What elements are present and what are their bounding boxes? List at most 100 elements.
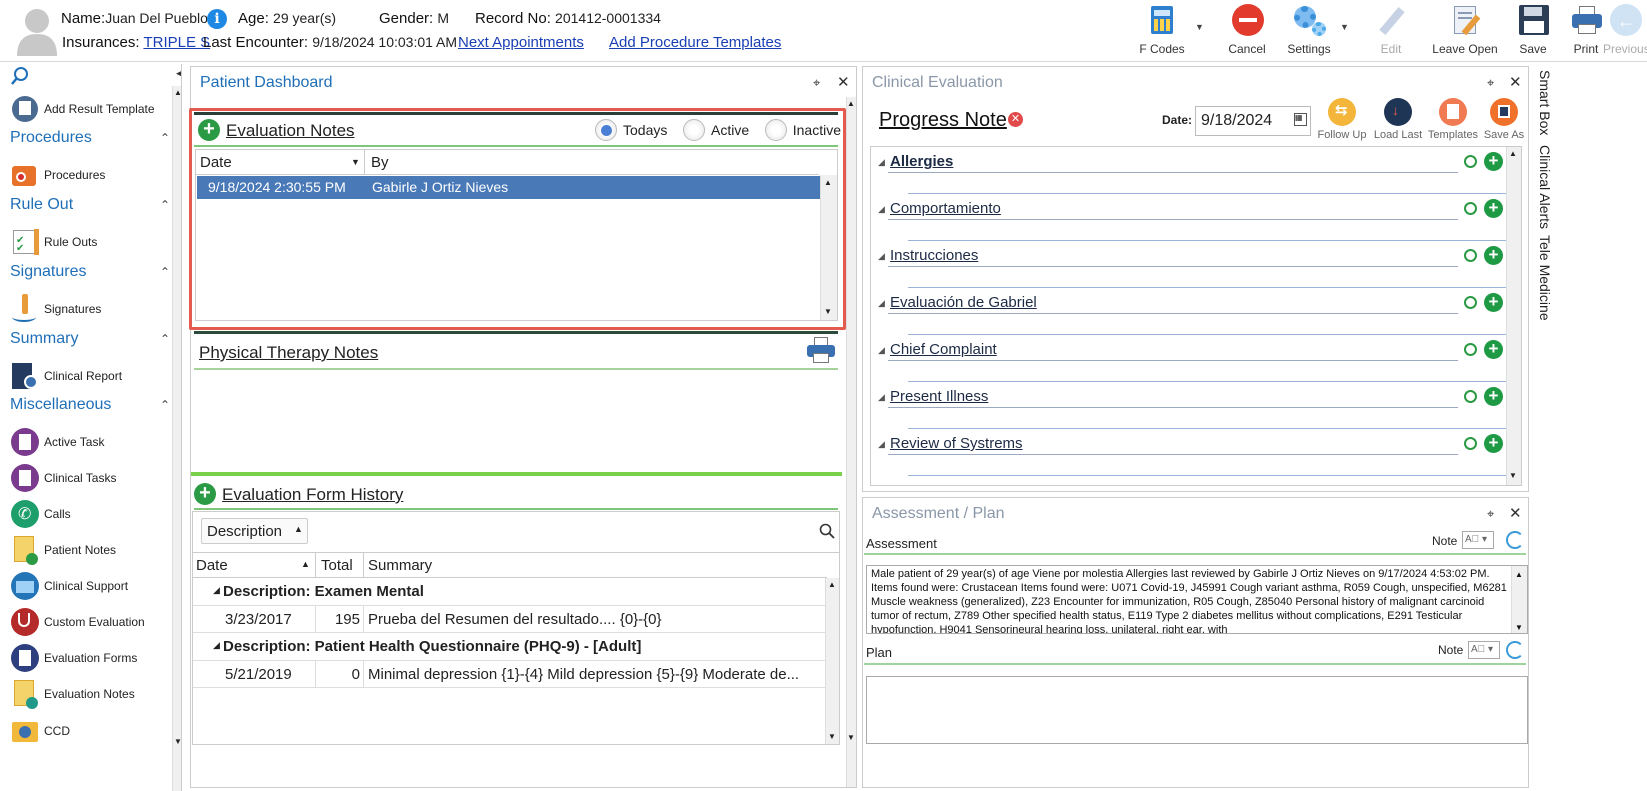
settings-button[interactable]: Settings bbox=[1278, 4, 1340, 60]
edit-button[interactable]: Edit bbox=[1360, 4, 1422, 60]
add-icon[interactable]: + bbox=[1484, 340, 1503, 359]
collapse-section-icon[interactable]: ◢ bbox=[878, 392, 885, 403]
group-row[interactable]: ◢ Description: Examen Mental bbox=[193, 579, 825, 606]
collapse-section-icon[interactable]: ◢ bbox=[878, 439, 885, 450]
alarm-clock-icon[interactable] bbox=[1464, 296, 1477, 309]
group-row[interactable]: ◢ Description: Patient Health Questionna… bbox=[193, 634, 825, 661]
tab-smart-box[interactable]: Smart Box bbox=[1537, 70, 1553, 135]
section-chief-complaint[interactable]: ◢ Chief Complaint + bbox=[878, 337, 1516, 384]
alarm-clock-icon[interactable] bbox=[1464, 437, 1477, 450]
alarm-clock-icon[interactable] bbox=[1464, 249, 1477, 262]
nav-item-ccd[interactable]: CCD bbox=[10, 714, 70, 748]
alarm-clock-icon[interactable] bbox=[1464, 343, 1477, 356]
physical-therapy-notes-title[interactable]: Physical Therapy Notes bbox=[199, 343, 378, 363]
next-appointments-link[interactable]: Next Appointments bbox=[458, 34, 584, 51]
radio-inactive[interactable]: Inactive bbox=[764, 119, 841, 141]
column-total[interactable]: Total bbox=[321, 557, 353, 574]
nav-item-procedures[interactable]: Procedures bbox=[10, 158, 105, 192]
note-format-dropdown[interactable]: A⃞ ▾ bbox=[1468, 641, 1500, 659]
section-instrucciones[interactable]: ◢ Instrucciones + bbox=[878, 243, 1516, 290]
nav-item-clinical-report[interactable]: Clinical Report bbox=[10, 359, 122, 393]
sort-up-icon[interactable]: ▲ bbox=[301, 559, 310, 569]
section-evaluacion-de-gabriel[interactable]: ◢ Evaluación de Gabriel + bbox=[878, 290, 1516, 337]
add-form-history-icon[interactable]: + bbox=[194, 483, 216, 505]
group-by-description[interactable]: Description ▲ bbox=[201, 518, 308, 544]
pin-icon[interactable]: ⌖ bbox=[813, 75, 820, 91]
cancel-button[interactable]: Cancel bbox=[1216, 4, 1278, 60]
fcodes-button[interactable]: F Codes bbox=[1131, 4, 1193, 60]
insurances-link[interactable]: TRIPLE S bbox=[143, 34, 210, 51]
grid-scrollbar[interactable] bbox=[825, 578, 839, 744]
follow-up-button[interactable]: ⇆ Follow Up bbox=[1316, 98, 1368, 144]
nav-section-miscellaneous[interactable]: Miscellaneous ⌃ bbox=[10, 396, 170, 414]
table-row[interactable]: 9/18/2024 2:30:55 PM Gabirle J Ortiz Nie… bbox=[197, 176, 820, 199]
nav-item-clinical-tasks[interactable]: Clinical Tasks bbox=[10, 461, 116, 495]
collapse-section-icon[interactable]: ◢ bbox=[878, 204, 885, 215]
column-date[interactable]: Date bbox=[196, 557, 228, 574]
radio-button[interactable] bbox=[764, 119, 787, 141]
nav-item-active-task[interactable]: Active Task bbox=[10, 425, 104, 459]
collapse-section-icon[interactable]: ◢ bbox=[878, 251, 885, 262]
chevron-up-icon[interactable]: ⌃ bbox=[160, 332, 170, 346]
settings-dropdown-icon[interactable]: ▼ bbox=[1340, 22, 1349, 32]
chevron-up-icon[interactable]: ⌃ bbox=[160, 198, 170, 212]
scroll-down-icon[interactable]: ▼ bbox=[1509, 471, 1517, 480]
collapse-section-icon[interactable]: ◢ bbox=[878, 157, 885, 168]
pin-icon[interactable]: ⌖ bbox=[1487, 75, 1494, 91]
nav-section-summary[interactable]: Summary ⌃ bbox=[10, 330, 170, 348]
date-field[interactable]: 9/18/2024 ▦ bbox=[1195, 106, 1311, 136]
refresh-icon[interactable] bbox=[1506, 641, 1524, 659]
info-icon[interactable]: i bbox=[207, 9, 227, 29]
scroll-up-icon[interactable]: ▲ bbox=[1515, 568, 1523, 582]
refresh-icon[interactable] bbox=[1506, 531, 1524, 549]
evaluation-form-history-title[interactable]: Evaluation Form History bbox=[222, 485, 403, 505]
pin-icon[interactable]: ⌖ bbox=[1487, 506, 1494, 522]
radio-button[interactable] bbox=[595, 119, 617, 141]
printer-icon[interactable] bbox=[806, 337, 836, 365]
nav-item-clinical-support[interactable]: Clinical Support bbox=[10, 569, 128, 603]
add-procedure-templates-link[interactable]: Add Procedure Templates bbox=[609, 34, 781, 51]
add-evaluation-note-icon[interactable]: + bbox=[198, 119, 220, 141]
templates-button[interactable]: Templates bbox=[1427, 98, 1479, 144]
alarm-clock-icon[interactable] bbox=[1464, 155, 1477, 168]
add-icon[interactable]: + bbox=[1484, 434, 1503, 453]
evaluation-notes-title[interactable]: Evaluation Notes bbox=[226, 121, 355, 141]
close-icon[interactable]: ✕ bbox=[837, 73, 850, 91]
plan-textarea[interactable] bbox=[866, 676, 1528, 744]
nav-section-rule-out[interactable]: Rule Out ⌃ bbox=[10, 196, 170, 214]
search-icon[interactable] bbox=[10, 66, 30, 86]
add-icon[interactable]: + bbox=[1484, 152, 1503, 171]
add-icon[interactable]: + bbox=[1484, 246, 1503, 265]
radio-button[interactable] bbox=[682, 119, 705, 141]
section-allergies[interactable]: ◢ Allergies + bbox=[878, 149, 1516, 196]
grid-scrollbar[interactable] bbox=[820, 175, 837, 320]
tab-tele-medicine[interactable]: Tele Medicine bbox=[1537, 235, 1553, 321]
close-icon[interactable]: ✕ bbox=[1509, 73, 1522, 91]
add-icon[interactable]: + bbox=[1484, 199, 1503, 218]
section-comportamiento[interactable]: ◢ Comportamiento + bbox=[878, 196, 1516, 243]
save-as-button[interactable]: Save As bbox=[1479, 98, 1529, 144]
calendar-icon[interactable]: ▦ bbox=[1294, 113, 1307, 126]
scroll-down-icon[interactable]: ▼ bbox=[847, 733, 855, 742]
section-present-illness[interactable]: ◢ Present Illness + bbox=[878, 384, 1516, 431]
collapse-nav-icon[interactable]: ◀ bbox=[176, 68, 181, 79]
collapse-section-icon[interactable]: ◢ bbox=[878, 298, 885, 309]
scroll-up-icon[interactable]: ▲ bbox=[1509, 149, 1517, 158]
scroll-down-icon[interactable]: ▼ bbox=[824, 307, 832, 316]
collapse-section-icon[interactable]: ◢ bbox=[878, 345, 885, 356]
scroll-down-icon[interactable]: ▼ bbox=[174, 737, 181, 746]
clinical-scrollbar[interactable] bbox=[1506, 147, 1521, 485]
search-icon[interactable] bbox=[819, 523, 835, 539]
nav-section-signatures[interactable]: Signatures ⌃ bbox=[10, 263, 170, 281]
nav-item-signatures[interactable]: Signatures bbox=[10, 292, 101, 326]
remove-note-icon[interactable]: ✕ bbox=[1008, 112, 1023, 127]
nav-item-custom-evaluation[interactable]: Custom Evaluation bbox=[10, 605, 145, 639]
nav-item-evaluation-forms[interactable]: Evaluation Forms bbox=[10, 641, 137, 675]
close-icon[interactable]: ✕ bbox=[1509, 504, 1522, 522]
alarm-clock-icon[interactable] bbox=[1464, 202, 1477, 215]
dashboard-scrollbar[interactable] bbox=[846, 97, 856, 787]
table-row[interactable]: 3/23/2017 195 Prueba del Resumen del res… bbox=[193, 606, 825, 633]
assessment-textarea[interactable]: Male patient of 29 year(s) of age Viene … bbox=[866, 565, 1528, 634]
chevron-up-icon[interactable]: ⌃ bbox=[160, 398, 170, 412]
fcodes-dropdown-icon[interactable]: ▼ bbox=[1195, 22, 1204, 32]
